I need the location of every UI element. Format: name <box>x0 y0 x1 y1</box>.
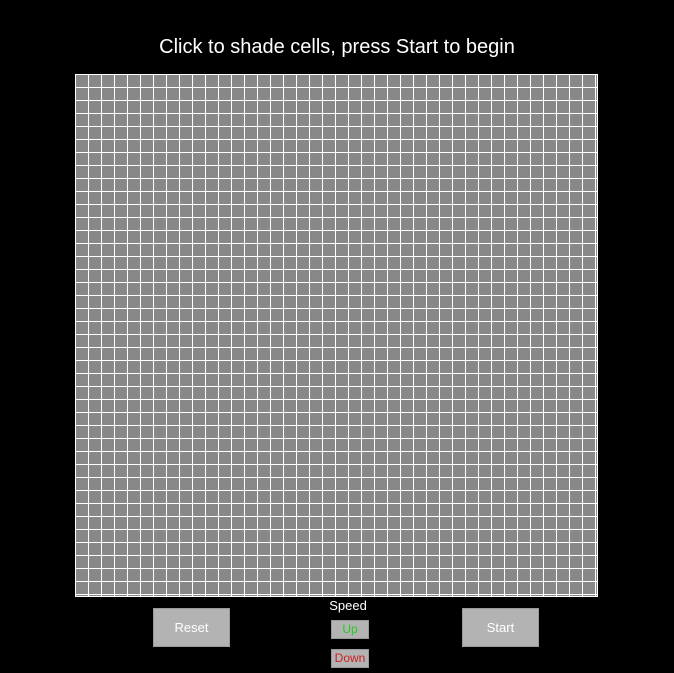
speed-up-button[interactable]: Up <box>331 620 369 639</box>
reset-button[interactable]: Reset <box>153 608 230 647</box>
speed-down-button[interactable]: Down <box>331 649 369 668</box>
start-button[interactable]: Start <box>462 608 539 647</box>
speed-label: Speed <box>329 598 367 613</box>
cell-grid[interactable] <box>75 74 598 597</box>
instructions-title: Click to shade cells, press Start to beg… <box>159 36 515 58</box>
